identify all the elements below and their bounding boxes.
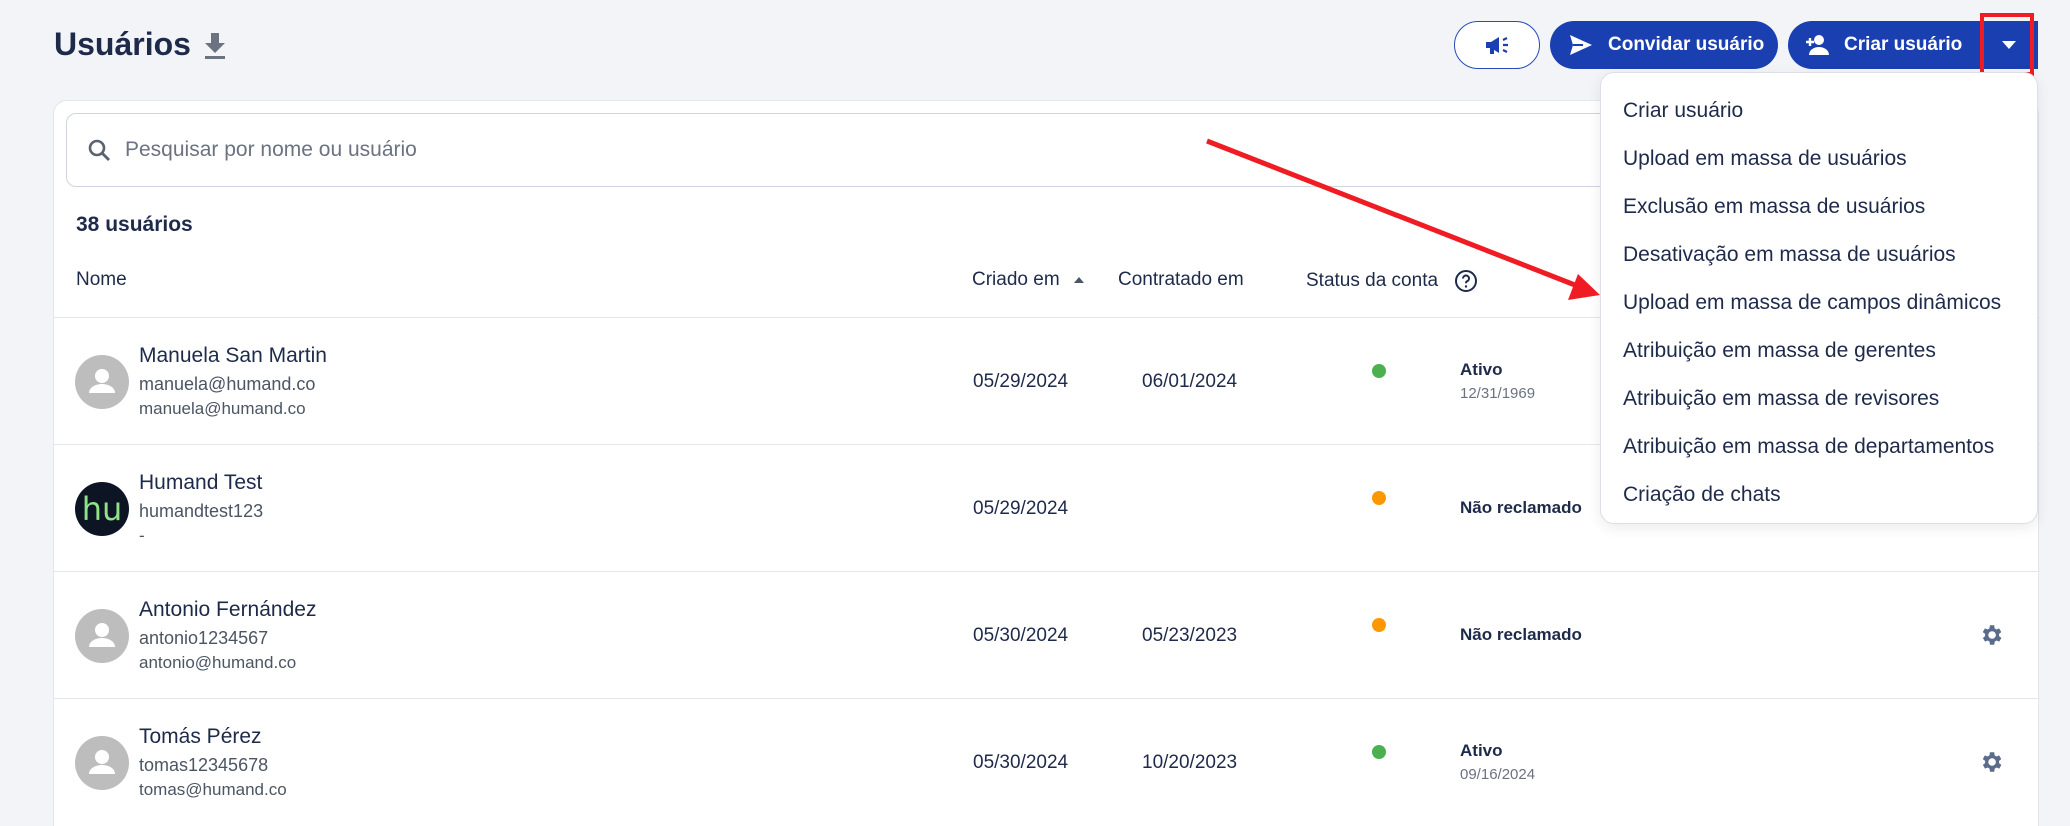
user-email: tomas@humand.co xyxy=(139,780,287,799)
menu-item-bulk-delete-users[interactable]: Exclusão em massa de usuários xyxy=(1601,183,2037,231)
gear-icon[interactable] xyxy=(1978,622,2004,653)
created-date: 05/30/2024 xyxy=(973,752,1069,773)
send-icon xyxy=(1570,35,1592,55)
person-icon xyxy=(89,623,115,647)
help-icon[interactable] xyxy=(1454,269,1478,293)
user-username: manuela@humand.co xyxy=(139,374,316,394)
menu-item-bulk-upload-dynamic-fields[interactable]: Upload em massa de campos dinâmicos xyxy=(1601,279,2037,327)
status-label: Ativo xyxy=(1460,360,1503,379)
created-date: 05/30/2024 xyxy=(973,625,1069,646)
table-row[interactable]: Tomás Pérez tomas12345678 tomas@humand.c… xyxy=(54,698,2040,825)
hired-date: 06/01/2024 xyxy=(1142,371,1238,392)
announcement-button[interactable] xyxy=(1454,21,1540,69)
column-header-created-label: Criado em xyxy=(972,269,1060,290)
menu-item-create-chats[interactable]: Criação de chats xyxy=(1601,471,2037,519)
status-dot xyxy=(1372,618,1386,632)
avatar xyxy=(75,355,129,409)
page-title: Usuários xyxy=(54,26,191,62)
column-header-created[interactable]: Criado em xyxy=(972,269,1084,291)
invite-user-button[interactable]: Convidar usuário xyxy=(1550,21,1778,69)
user-name[interactable]: Humand Test xyxy=(139,471,262,495)
menu-item-bulk-assign-reviewers[interactable]: Atribuição em massa de revisores xyxy=(1601,375,2037,423)
status-label: Não reclamado xyxy=(1460,625,1582,644)
highlight-box xyxy=(1980,13,2034,76)
status-date: 12/31/1969 xyxy=(1460,385,1536,402)
megaphone-icon xyxy=(1486,37,1508,54)
user-username: tomas12345678 xyxy=(139,755,269,775)
menu-item-bulk-assign-departments[interactable]: Atribuição em massa de departamentos xyxy=(1601,423,2037,471)
column-header-status[interactable]: Status da conta xyxy=(1306,269,1478,293)
column-header-status-label: Status da conta xyxy=(1306,270,1439,291)
person-icon xyxy=(89,750,115,774)
create-options-menu: Criar usuário Upload em massa de usuário… xyxy=(1600,72,2038,524)
table-row[interactable]: Antonio Fernández antonio1234567 antonio… xyxy=(54,571,2040,698)
created-date: 05/29/2024 xyxy=(973,371,1069,392)
menu-item-bulk-assign-managers[interactable]: Atribuição em massa de gerentes xyxy=(1601,327,2037,375)
user-username: antonio1234567 xyxy=(139,628,269,648)
avatar: hu xyxy=(75,482,129,536)
status-dot xyxy=(1372,491,1386,505)
column-header-name[interactable]: Nome xyxy=(76,269,127,291)
created-date: 05/29/2024 xyxy=(973,498,1069,519)
sort-ascending-icon[interactable] xyxy=(1073,276,1084,284)
user-name[interactable]: Manuela San Martin xyxy=(139,344,327,368)
user-email: antonio@humand.co xyxy=(139,653,297,672)
search-icon xyxy=(88,139,110,161)
status-label: Ativo xyxy=(1460,741,1503,760)
user-name[interactable]: Tomás Pérez xyxy=(139,725,262,749)
status-dot xyxy=(1372,364,1386,378)
user-username: humandtest123 xyxy=(139,501,264,521)
person-icon xyxy=(89,369,115,393)
menu-item-create-user[interactable]: Criar usuário xyxy=(1601,87,2037,135)
user-count: 38 usuários xyxy=(76,213,193,236)
invite-user-label: Convidar usuário xyxy=(1608,34,1765,55)
download-icon[interactable] xyxy=(202,30,228,62)
user-name[interactable]: Antonio Fernández xyxy=(139,598,316,622)
add-person-icon xyxy=(1806,35,1829,55)
user-email: - xyxy=(139,526,145,545)
user-email: manuela@humand.co xyxy=(139,399,306,418)
hired-date: 05/23/2023 xyxy=(1142,625,1238,646)
avatar xyxy=(75,736,129,790)
status-dot xyxy=(1372,745,1386,759)
search-input[interactable] xyxy=(125,138,725,162)
menu-item-bulk-upload-users[interactable]: Upload em massa de usuários xyxy=(1601,135,2037,183)
gear-icon[interactable] xyxy=(1978,749,2004,780)
hired-date: 10/20/2023 xyxy=(1142,752,1238,773)
status-date: 09/16/2024 xyxy=(1460,766,1536,783)
column-header-hired[interactable]: Contratado em xyxy=(1118,269,1244,291)
avatar xyxy=(75,609,129,663)
create-user-label: Criar usuário xyxy=(1844,34,1963,55)
menu-item-bulk-deactivate-users[interactable]: Desativação em massa de usuários xyxy=(1601,231,2037,279)
status-label: Não reclamado xyxy=(1460,498,1582,517)
